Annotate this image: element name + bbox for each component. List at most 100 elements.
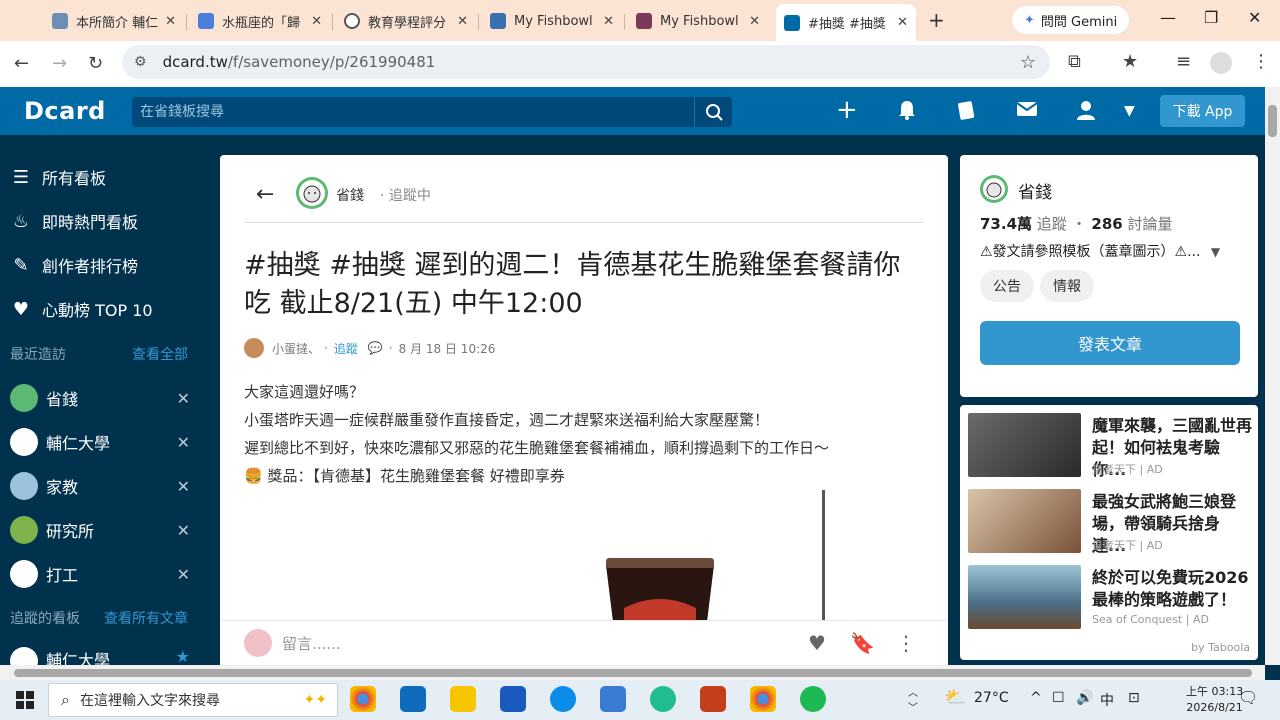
remove-icon[interactable]: ✕: [177, 521, 190, 540]
profile-avatar-icon[interactable]: [1210, 52, 1232, 74]
follow-author-link[interactable]: 追蹤: [334, 340, 358, 357]
bookmark-icon[interactable]: 🔖: [850, 631, 875, 655]
chrome-icon[interactable]: [350, 686, 376, 712]
menu-icon[interactable]: ⋮: [1252, 51, 1270, 72]
cards-icon[interactable]: [956, 99, 978, 126]
forum-avatar[interactable]: [980, 175, 1008, 203]
close-tab-icon[interactable]: ✕: [603, 14, 614, 29]
hidden-icons-icon[interactable]: ^: [1030, 690, 1042, 706]
view-all-following-link[interactable]: 查看所有文章: [104, 608, 188, 628]
chat-icon[interactable]: 💬: [368, 341, 383, 355]
gemini-button[interactable]: ✦ 問問 Gemini: [1012, 6, 1130, 34]
close-tab-icon[interactable]: ✕: [897, 15, 908, 30]
search-box[interactable]: [132, 97, 732, 127]
forum-name[interactable]: 省錢: [336, 185, 364, 205]
chat-app-icon[interactable]: [650, 686, 676, 712]
browser-tab-active[interactable]: #抽獎 #抽獎 ✕: [776, 4, 916, 41]
powerpoint-icon[interactable]: [700, 686, 726, 712]
sidebar-item-top10[interactable]: ♥ 心動榜 TOP 10: [10, 295, 153, 323]
recent-board[interactable]: 打工 ✕: [10, 560, 190, 588]
ime-indicator[interactable]: 中: [1100, 690, 1114, 710]
search-input[interactable]: [132, 97, 692, 127]
mail-icon[interactable]: [1016, 99, 1038, 123]
chrome-icon[interactable]: [750, 686, 776, 712]
notification-icon[interactable]: 🗨: [1238, 688, 1258, 707]
following-board[interactable]: 輔仁大學 ★: [10, 647, 190, 667]
close-tab-icon[interactable]: ✕: [457, 14, 468, 29]
comment-input[interactable]: 留言......: [282, 633, 341, 654]
tag-announcement[interactable]: 公告: [980, 270, 1034, 302]
browser-tab[interactable]: My Fishbowl ✕: [628, 6, 768, 36]
remove-icon[interactable]: ✕: [177, 565, 190, 584]
close-tab-icon[interactable]: ✕: [311, 14, 322, 29]
remove-icon[interactable]: ✕: [177, 477, 190, 496]
heart-icon[interactable]: ♥: [808, 631, 826, 655]
sidebar-item-all-forums[interactable]: ☰ 所有看板: [10, 163, 106, 191]
browser-tab[interactable]: 教育學程評分 ✕: [336, 6, 476, 36]
spotify-icon[interactable]: [800, 686, 826, 712]
site-info-icon[interactable]: ⚙: [134, 54, 147, 70]
taboola-credit[interactable]: by Taboola: [1191, 641, 1250, 654]
author-name[interactable]: 小蛋撻、: [272, 340, 320, 357]
url-bar[interactable]: ⚙ dcard.tw/f/savemoney/p/261990481 ☆: [122, 45, 1050, 79]
bookmark-star-icon[interactable]: ☆: [1020, 52, 1036, 73]
restore-icon[interactable]: ❐: [1204, 8, 1218, 27]
ime-mode-icon[interactable]: ⊡: [1128, 690, 1140, 706]
download-app-button[interactable]: 下載 App: [1160, 95, 1245, 127]
tag-info[interactable]: 情報: [1040, 270, 1094, 302]
outlook-icon[interactable]: [400, 686, 426, 712]
horizontal-scrollbar[interactable]: [0, 665, 1265, 680]
forum-card-name[interactable]: 省錢: [1018, 178, 1052, 203]
recent-board[interactable]: 研究所 ✕: [10, 516, 190, 544]
pin-icon[interactable]: ★: [176, 647, 190, 666]
edge-icon[interactable]: [550, 686, 576, 712]
bell-icon[interactable]: [897, 99, 917, 126]
app-icon[interactable]: [450, 686, 476, 712]
ad-item[interactable]: 終於可以免費玩2026最棒的策略遊戲了！ Sea of Conquest | A…: [968, 565, 1250, 631]
back-arrow-icon[interactable]: ←: [256, 182, 274, 207]
user-icon[interactable]: [1076, 99, 1096, 126]
close-tab-icon[interactable]: ✕: [165, 14, 176, 29]
search-icon[interactable]: [694, 97, 732, 127]
vertical-scrollbar[interactable]: [1265, 87, 1280, 665]
close-tab-icon[interactable]: ✕: [749, 14, 760, 29]
view-all-recent-link[interactable]: 查看全部: [132, 344, 188, 364]
forum-follow-status[interactable]: · 追蹤中: [380, 185, 431, 205]
back-icon[interactable]: ←: [14, 53, 29, 74]
remove-icon[interactable]: ✕: [177, 433, 190, 452]
forum-avatar[interactable]: [296, 177, 328, 209]
network-icon[interactable]: ☐: [1052, 690, 1065, 706]
taskbar-clock[interactable]: 上午 03:13 2026/8/21: [1186, 684, 1243, 716]
write-post-button[interactable]: 發表文章: [980, 321, 1240, 365]
plus-icon[interactable]: +: [836, 95, 858, 125]
browser-tab[interactable]: 本所簡介 輔仁 ✕: [44, 6, 184, 36]
expand-icon[interactable]: ▼: [1211, 245, 1220, 259]
remove-icon[interactable]: ✕: [177, 389, 190, 408]
volume-icon[interactable]: 🔊: [1076, 690, 1093, 706]
ad-item[interactable]: 最強女武將鮑三娘登場，帶領騎兵捨身連... 皇者天下 | AD: [968, 489, 1250, 555]
sidebar-item-hot-forums[interactable]: ♨ 即時熱門看板: [10, 207, 138, 235]
minimize-icon[interactable]: —: [1160, 8, 1176, 27]
recent-board[interactable]: 輔仁大學 ✕: [10, 428, 190, 456]
new-tab-icon[interactable]: +: [928, 8, 945, 32]
browser-tab[interactable]: 水瓶座的「歸 ✕: [190, 6, 330, 36]
reload-icon[interactable]: ↻: [88, 53, 103, 74]
author-avatar[interactable]: [244, 338, 264, 358]
extensions-icon[interactable]: ⧉: [1068, 51, 1081, 72]
ad-item[interactable]: 魔軍來襲，三國亂世再起！如何袪鬼考驗你... 皇者天下 | AD: [968, 413, 1252, 479]
sidebar-item-creator-ranking[interactable]: ✎ 創作者排行榜: [10, 251, 138, 279]
bookmarks-icon[interactable]: ★: [1122, 51, 1138, 72]
close-window-icon[interactable]: ✕: [1248, 8, 1261, 27]
dcard-logo[interactable]: Dcard: [24, 97, 106, 125]
recent-board[interactable]: 家教 ✕: [10, 472, 190, 500]
more-icon[interactable]: ⋮: [896, 631, 916, 655]
recent-board[interactable]: 省錢 ✕: [10, 384, 190, 412]
browser-tab[interactable]: My Fishbowl ✕: [482, 6, 622, 36]
media-icon[interactable]: ≡: [1176, 51, 1191, 72]
forward-icon[interactable]: →: [52, 53, 67, 74]
tray-expand-icon[interactable]: ︿ ﹀: [908, 684, 918, 714]
explorer-icon[interactable]: [600, 686, 626, 712]
windows-start-icon[interactable]: [16, 691, 34, 709]
chevron-down-icon[interactable]: ▼: [1124, 103, 1135, 119]
word-icon[interactable]: [500, 686, 526, 712]
